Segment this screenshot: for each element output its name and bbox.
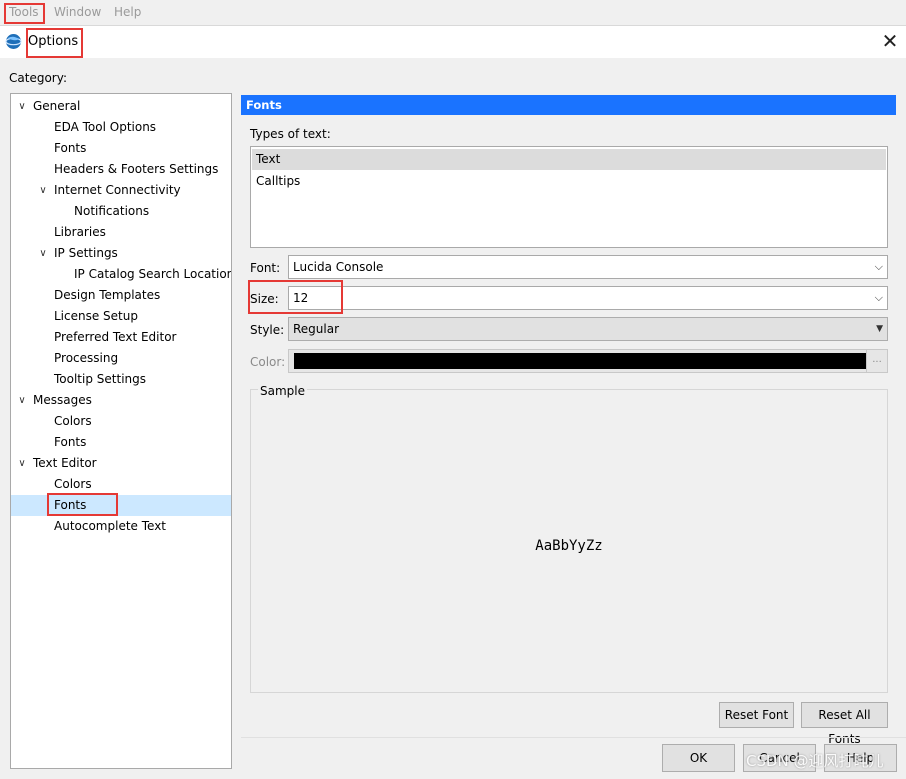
chevron-down-icon: ⌵ bbox=[874, 291, 883, 304]
tree-item-label: Fonts bbox=[54, 435, 87, 449]
tree-item-label: Libraries bbox=[54, 225, 106, 239]
tree-item[interactable]: ∨ Messages bbox=[11, 390, 231, 411]
tree-item[interactable]: Colors bbox=[11, 474, 231, 495]
dialog-title-bar: Options ✕ bbox=[0, 25, 906, 58]
tree-item[interactable]: Processing bbox=[11, 348, 231, 369]
tree-item[interactable]: Libraries bbox=[11, 222, 231, 243]
tree-item-label: EDA Tool Options bbox=[54, 120, 157, 134]
sample-preview-text: AaBbYyZz bbox=[535, 538, 603, 554]
font-label: Font: bbox=[250, 261, 281, 275]
tree-item-label: Text Editor bbox=[33, 456, 97, 470]
expand-chevron-icon[interactable]: ∨ bbox=[16, 390, 28, 411]
category-label: Category: bbox=[9, 71, 67, 85]
ok-button[interactable]: OK bbox=[662, 744, 735, 772]
types-of-text-label: Types of text: bbox=[250, 127, 331, 141]
tree-item[interactable]: ∨ Text Editor bbox=[11, 453, 231, 474]
tree-item-label: Autocomplete Text bbox=[54, 519, 166, 533]
close-icon[interactable]: ✕ bbox=[878, 30, 902, 54]
footer-divider bbox=[241, 737, 906, 738]
panel-header: Fonts bbox=[241, 95, 896, 115]
tree-item[interactable]: Fonts bbox=[11, 432, 231, 453]
tree-item-label: Processing bbox=[54, 351, 119, 365]
tree-item[interactable]: Autocomplete Text bbox=[11, 516, 231, 537]
tree-item[interactable]: Fonts bbox=[11, 138, 231, 159]
tree-item-label: Headers & Footers Settings bbox=[54, 162, 219, 176]
highlight-fonts-item bbox=[47, 493, 118, 516]
color-label: Color: bbox=[250, 355, 286, 369]
tree-item-label: IP Catalog Search Locations bbox=[74, 267, 232, 281]
color-picker-button: ... bbox=[866, 350, 887, 372]
tree-item-label: Colors bbox=[54, 477, 92, 491]
tree-item[interactable]: Fonts bbox=[11, 495, 231, 516]
tree-item[interactable]: IP Catalog Search Locations bbox=[11, 264, 231, 285]
tree-item-label: License Setup bbox=[54, 309, 138, 323]
tree-item[interactable]: ∨ IP Settings bbox=[11, 243, 231, 264]
tree-item-label: Preferred Text Editor bbox=[54, 330, 177, 344]
expand-chevron-icon[interactable]: ∨ bbox=[37, 243, 49, 264]
tree-item[interactable]: Tooltip Settings bbox=[11, 369, 231, 390]
tree-item-label: Internet Connectivity bbox=[54, 183, 181, 197]
triangle-down-icon: ▼ bbox=[876, 324, 883, 334]
tree-item[interactable]: Colors bbox=[11, 411, 231, 432]
tree-item-label: Fonts bbox=[54, 141, 87, 155]
reset-all-fonts-button[interactable]: Reset All Fonts bbox=[801, 702, 888, 746]
menu-help[interactable]: Help bbox=[114, 5, 141, 19]
menu-bar: Tools Window Help bbox=[0, 0, 906, 25]
size-combo[interactable]: 12 ⌵ bbox=[288, 286, 888, 310]
tree-item[interactable]: Headers & Footers Settings bbox=[11, 159, 231, 180]
tree-item[interactable]: License Setup bbox=[11, 306, 231, 327]
tree-item-label: General bbox=[33, 99, 81, 113]
tree-item[interactable]: ∨ General bbox=[11, 96, 231, 117]
app-globe-icon bbox=[5, 34, 22, 49]
highlight-tools-menu bbox=[4, 3, 45, 24]
types-of-text-list[interactable]: Text Calltips bbox=[250, 146, 888, 248]
style-combo[interactable]: Regular ▼ bbox=[288, 317, 888, 341]
reset-font-button[interactable]: Reset Font bbox=[719, 702, 794, 728]
category-tree[interactable]: ∨ General EDA Tool Options Fonts Headers & F… bbox=[10, 93, 232, 769]
tree-item[interactable]: ∨ Internet Connectivity bbox=[11, 180, 231, 201]
tree-item-label: Messages bbox=[33, 393, 92, 407]
tree-item-label: Tooltip Settings bbox=[54, 372, 146, 386]
expand-chevron-icon[interactable]: ∨ bbox=[37, 180, 49, 201]
type-item-text[interactable]: Text bbox=[252, 149, 886, 170]
expand-chevron-icon[interactable]: ∨ bbox=[16, 96, 28, 117]
font-combo-value: Lucida Console bbox=[293, 260, 384, 274]
tree-item-label: IP Settings bbox=[54, 246, 118, 260]
tree-item[interactable]: Notifications bbox=[11, 201, 231, 222]
chevron-down-icon: ⌵ bbox=[874, 260, 883, 273]
font-combo[interactable]: Lucida Console ⌵ bbox=[288, 255, 888, 279]
menu-window[interactable]: Window bbox=[54, 5, 101, 19]
type-item-calltips[interactable]: Calltips bbox=[252, 171, 886, 192]
tree-item-label: Notifications bbox=[74, 204, 150, 218]
color-field: ... bbox=[288, 349, 888, 373]
tree-item[interactable]: Preferred Text Editor bbox=[11, 327, 231, 348]
color-swatch bbox=[294, 353, 866, 369]
tree-item[interactable]: Design Templates bbox=[11, 285, 231, 306]
highlight-dialog-title bbox=[26, 28, 83, 58]
tree-item-label: Design Templates bbox=[54, 288, 161, 302]
style-combo-value: Regular bbox=[293, 322, 340, 336]
tree-item-label: Colors bbox=[54, 414, 92, 428]
watermark: CSDN @迎风打盹儿 bbox=[746, 752, 884, 770]
expand-chevron-icon[interactable]: ∨ bbox=[16, 453, 28, 474]
highlight-size-field bbox=[248, 280, 343, 314]
tree-item[interactable]: EDA Tool Options bbox=[11, 117, 231, 138]
style-label: Style: bbox=[250, 323, 285, 337]
sample-label: Sample bbox=[258, 384, 307, 398]
